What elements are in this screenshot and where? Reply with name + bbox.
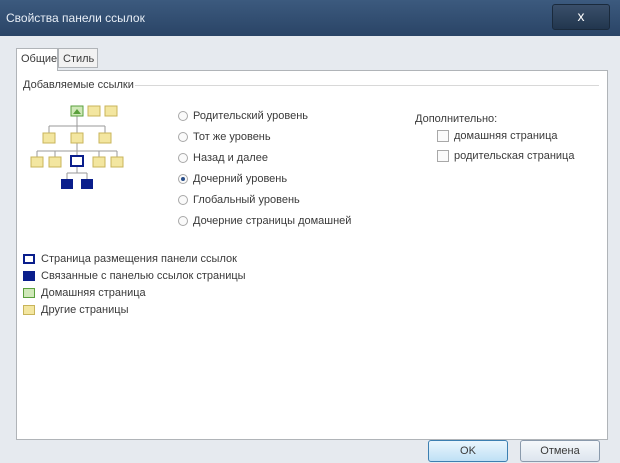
section-divider (135, 85, 599, 86)
page-node-icon (70, 132, 84, 144)
page-node-icon (42, 132, 56, 144)
radio-button[interactable] (178, 195, 188, 205)
page-node-icon (92, 156, 106, 168)
page-node-icon (104, 105, 118, 117)
checkbox-label: родительская страница (454, 150, 575, 162)
outlined-blue-page-icon (23, 254, 35, 264)
page-node-icon (110, 156, 124, 168)
current-page-icon (70, 155, 84, 167)
linked-page-icon (81, 179, 93, 189)
radio-label: Назад и далее (193, 152, 268, 164)
dialog-body: Общие Стиль Добавляемые ссылки Родительс… (0, 36, 620, 463)
hierarchy-diagram (30, 105, 124, 189)
legend-label: Связанные с панелью ссылок страницы (41, 270, 246, 282)
checkbox[interactable] (437, 130, 449, 142)
radio-label: Дочерний уровень (193, 173, 288, 185)
titlebar[interactable]: Свойства панели ссылок x (0, 0, 620, 36)
tab-general[interactable]: Общие (16, 48, 58, 71)
tab-panel: Добавляемые ссылки Родительский уровень … (16, 70, 608, 440)
page-node-icon (98, 132, 112, 144)
legend-label: Домашняя страница (41, 287, 146, 299)
radio-button[interactable] (178, 216, 188, 226)
section-title: Добавляемые ссылки (23, 79, 134, 91)
window-title: Свойства панели ссылок (6, 11, 145, 25)
radio-label: Глобальный уровень (193, 194, 300, 206)
page-node-icon (30, 156, 44, 168)
checkbox-label: домашняя страница (454, 130, 558, 142)
home-page-icon (23, 288, 35, 298)
close-icon: x (577, 8, 585, 24)
radio-label: Родительский уровень (193, 110, 309, 122)
checkbox[interactable] (437, 150, 449, 162)
ok-button[interactable]: OK (428, 440, 508, 462)
cancel-button[interactable]: Отмена (520, 440, 600, 462)
linked-page-icon (61, 179, 73, 189)
radio-button[interactable] (178, 174, 188, 184)
radio-label: Дочерние страницы домашней (193, 215, 352, 227)
additional-title: Дополнительно: (415, 113, 498, 125)
radio-button[interactable] (178, 153, 188, 163)
close-button[interactable]: x (552, 4, 610, 30)
page-node-icon (48, 156, 62, 168)
legend-label: Страница размещения панели ссылок (41, 253, 237, 265)
yellow-page-icon (23, 305, 35, 315)
filled-blue-page-icon (23, 271, 35, 281)
page-node-icon (87, 105, 101, 117)
radio-label: Тот же уровень (193, 131, 271, 143)
tab-style[interactable]: Стиль (58, 48, 98, 68)
radio-button[interactable] (178, 111, 188, 121)
legend-label: Другие страницы (41, 304, 129, 316)
radio-button[interactable] (178, 132, 188, 142)
